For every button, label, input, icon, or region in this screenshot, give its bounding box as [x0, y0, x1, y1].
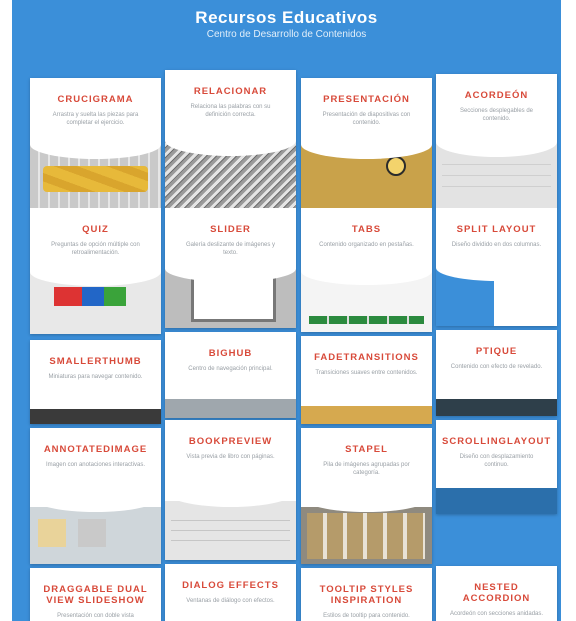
- card-description: Transiciones suaves entre contenidos.: [315, 370, 418, 376]
- card-description: Presentación con doble vista arrastrable…: [57, 613, 134, 619]
- card-title: DRAGGABLE DUAL VIEW SLIDESHOW: [43, 584, 148, 606]
- card-title: CRUCIGRAMA: [57, 94, 134, 105]
- card-description: Galería deslizante de imágenes y texto.: [185, 242, 276, 256]
- resource-card-crucigrama[interactable]: CRUCIGRAMA Arrastra y suelta las piezas p…: [30, 78, 161, 208]
- card-title: QUIZ: [82, 224, 109, 235]
- card-description: Centro de navegación principal.: [188, 366, 273, 372]
- resource-card-draggable-dual-view-slideshow[interactable]: DRAGGABLE DUAL VIEW SLIDESHOW Presentació…: [30, 568, 161, 621]
- resource-card-scrollinglayout[interactable]: SCROLLINGLAYOUT Diseño con desplazamiento…: [436, 420, 557, 514]
- card-description: Arrastra y suelta las piezas para comple…: [52, 112, 139, 126]
- card-title: PRESENTACIÓN: [323, 94, 410, 105]
- card-title: SPLIT LAYOUT: [456, 224, 537, 235]
- resource-card-acordeon[interactable]: ACORDEÓN Secciones desplegables de conten…: [436, 74, 557, 208]
- card-thumbnail: [301, 406, 432, 424]
- card-thumbnail: [301, 506, 432, 564]
- resource-card-fadetransitions[interactable]: FADETRANSITIONS Transiciones suaves entre…: [301, 336, 432, 424]
- card-description: Vista previa de libro con páginas.: [186, 454, 275, 460]
- card-title: SCROLLINGLAYOUT: [442, 436, 552, 447]
- card-title: TOOLTIP STYLES INSPIRATION: [319, 584, 414, 606]
- card-thumbnail: [436, 398, 557, 416]
- card-description: Imagen con anotaciones interactivas.: [45, 462, 146, 468]
- card-title: SMALLERTHUMB: [49, 356, 142, 367]
- resource-card-tooltip-styles-inspiration[interactable]: TOOLTIP STYLES INSPIRATION Estilos de too…: [301, 568, 432, 621]
- card-description: Secciones desplegables de contenido.: [459, 108, 534, 122]
- card-description: Miniaturas para navegar contenido.: [48, 374, 143, 380]
- resource-card-stapel[interactable]: STAPEL Pila de imágenes agrupadas por cat…: [301, 428, 432, 564]
- page-header: Recursos Educativos Centro de Desarrollo…: [12, 6, 561, 40]
- card-title: ACORDEÓN: [464, 90, 529, 101]
- resource-card-quiz[interactable]: QUIZ Preguntas de opción múltiple con ret…: [30, 208, 161, 334]
- card-title: PTIQUE: [475, 346, 518, 357]
- card-title: FADETRANSITIONS: [314, 352, 419, 363]
- card-description: Acordeón con secciones anidadas.: [449, 611, 544, 617]
- resource-card-ptique[interactable]: PTIQUE Contenido con efecto de revelado.: [436, 330, 557, 416]
- resource-card-nested-accordion[interactable]: NESTED ACCORDION Acordeón con secciones a…: [436, 566, 557, 621]
- page-title: Recursos Educativos: [195, 8, 378, 27]
- card-title: NESTED ACCORDION: [462, 582, 531, 604]
- resource-card-dialog-effects[interactable]: DIALOG EFFECTS Ventanas de diálogo con ef…: [165, 564, 296, 621]
- card-thumbnail: [165, 501, 296, 560]
- card-title: SLIDER: [210, 224, 251, 235]
- resource-card-presentacion[interactable]: PRESENTACIÓN Presentación de diapositivas…: [301, 78, 432, 208]
- page-subtitle: Centro de Desarrollo de Contenidos: [206, 29, 367, 40]
- resource-card-smallerthumb[interactable]: SMALLERTHUMB Miniaturas para navegar cont…: [30, 340, 161, 424]
- card-description: Estilos de tooltip para contenido.: [323, 613, 410, 619]
- card-title: ANNOTATEDIMAGE: [43, 444, 148, 455]
- card-title: STAPEL: [345, 444, 388, 455]
- card-description: Relaciona las palabras con su definición…: [190, 104, 271, 118]
- resource-card-slider[interactable]: SLIDER Galería deslizante de imágenes y t…: [165, 208, 296, 328]
- card-description: Ventanas de diálogo con efectos.: [186, 598, 275, 604]
- resource-card-tabs[interactable]: TABS Contenido organizado en pestañas.: [301, 208, 432, 332]
- card-description: Diseño dividido en dos columnas.: [451, 242, 542, 248]
- card-description: Pila de imágenes agrupadas por categoría…: [323, 462, 410, 476]
- card-title: BOOKPREVIEW: [188, 436, 273, 447]
- card-title: TABS: [351, 224, 382, 235]
- resource-card-bookpreview[interactable]: BOOKPREVIEW Vista previa de libro con pág…: [165, 420, 296, 560]
- card-thumbnail: [436, 487, 557, 514]
- card-description: Diseño con desplazamiento continuo.: [459, 454, 534, 468]
- resource-card-bighub[interactable]: BIGHUB Centro de navegación principal.: [165, 332, 296, 418]
- card-description: Contenido con efecto de revelado.: [450, 364, 543, 370]
- card-description: Presentación de diapositivas con conteni…: [322, 112, 411, 126]
- resource-card-split-layout[interactable]: SPLIT LAYOUT Diseño dividido en dos colum…: [436, 208, 557, 326]
- card-title: DIALOG EFFECTS: [182, 580, 279, 591]
- card-thumbnail: [30, 408, 161, 424]
- card-title: RELACIONAR: [193, 86, 268, 97]
- resource-card-relacionar[interactable]: RELACIONAR Relaciona las palabras con su …: [165, 70, 296, 208]
- resource-card-annotatedimage[interactable]: ANNOTATEDIMAGE Imagen con anotaciones int…: [30, 428, 161, 564]
- card-description: Contenido organizado en pestañas.: [319, 242, 414, 248]
- card-title: BIGHUB: [208, 348, 253, 359]
- card-thumbnail: [30, 506, 161, 564]
- card-thumbnail: [165, 399, 296, 418]
- app-frame: Recursos Educativos Centro de Desarrollo…: [12, 0, 561, 621]
- card-description: Preguntas de opción múltiple con retroal…: [51, 242, 140, 256]
